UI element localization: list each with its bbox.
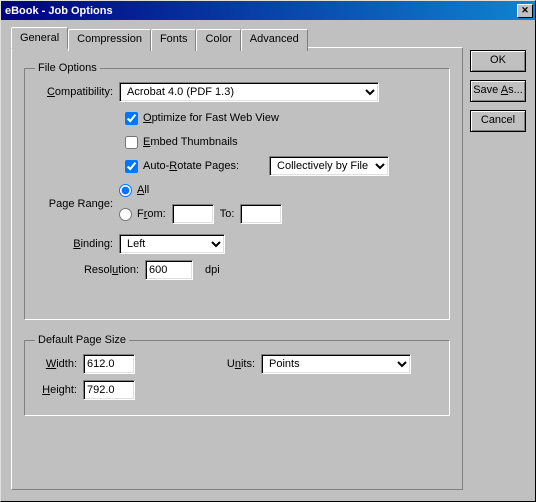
group-default-page-size-legend: Default Page Size [35, 334, 129, 346]
autorotate-checkbox[interactable] [125, 160, 138, 173]
optimize-checkbox[interactable] [125, 112, 138, 125]
resolution-label: Resolution: [35, 264, 145, 276]
embed-thumbnails-label: Embed Thumbnails [143, 136, 238, 148]
tab-strip: General Compression Fonts Color Advanced [11, 28, 308, 50]
resolution-input[interactable] [145, 260, 193, 280]
autorotate-combo[interactable]: Collectively by File [269, 156, 389, 176]
tab-panel-general: File Options Compatibility: Acrobat 4.0 … [11, 47, 463, 490]
binding-combo[interactable]: Left [119, 234, 225, 254]
compatibility-label: Compatibility: [35, 86, 119, 98]
group-file-options-legend: File Options [35, 62, 100, 74]
page-range-all-radio[interactable] [119, 184, 132, 197]
tab-advanced[interactable]: Advanced [241, 29, 308, 51]
compatibility-combo[interactable]: Acrobat 4.0 (PDF 1.3) [119, 82, 379, 102]
page-range-to-input[interactable] [240, 204, 282, 224]
client-area: General Compression Fonts Color Advanced… [1, 20, 535, 501]
units-label: Units: [155, 358, 261, 370]
width-label: Width: [35, 358, 83, 370]
binding-label: Binding: [35, 238, 119, 250]
page-range-from-radio[interactable] [119, 208, 132, 221]
autorotate-label: Auto-Rotate Pages: [143, 160, 239, 172]
tab-compression[interactable]: Compression [68, 29, 151, 51]
page-range-label: Page Range: [35, 198, 119, 210]
close-icon[interactable]: ✕ [517, 4, 533, 18]
cancel-button[interactable]: Cancel [470, 110, 526, 132]
height-input[interactable] [83, 380, 135, 400]
page-range-all-label: All [137, 184, 149, 196]
titlebar: eBook - Job Options ✕ [1, 1, 535, 20]
group-file-options: File Options Compatibility: Acrobat 4.0 … [24, 62, 450, 320]
page-range-to-label: To: [220, 208, 235, 220]
save-as-button[interactable]: Save As... [470, 80, 526, 102]
right-button-column: OK Save As... Cancel [470, 50, 526, 140]
dpi-label: dpi [205, 264, 220, 276]
window-title: eBook - Job Options [5, 5, 517, 17]
tab-fonts[interactable]: Fonts [151, 29, 197, 51]
ok-button[interactable]: OK [470, 50, 526, 72]
height-label: Height: [35, 384, 83, 396]
tab-general[interactable]: General [11, 27, 68, 49]
page-range-from-input[interactable] [172, 204, 214, 224]
group-default-page-size: Default Page Size Width: Units: Points H… [24, 334, 450, 416]
embed-thumbnails-checkbox[interactable] [125, 136, 138, 149]
units-combo[interactable]: Points [261, 354, 411, 374]
page-range-from-label: From: [137, 208, 166, 220]
tab-color[interactable]: Color [196, 29, 240, 51]
optimize-label: Optimize for Fast Web View [143, 112, 279, 124]
window: eBook - Job Options ✕ General Compressio… [0, 0, 536, 502]
width-input[interactable] [83, 354, 135, 374]
